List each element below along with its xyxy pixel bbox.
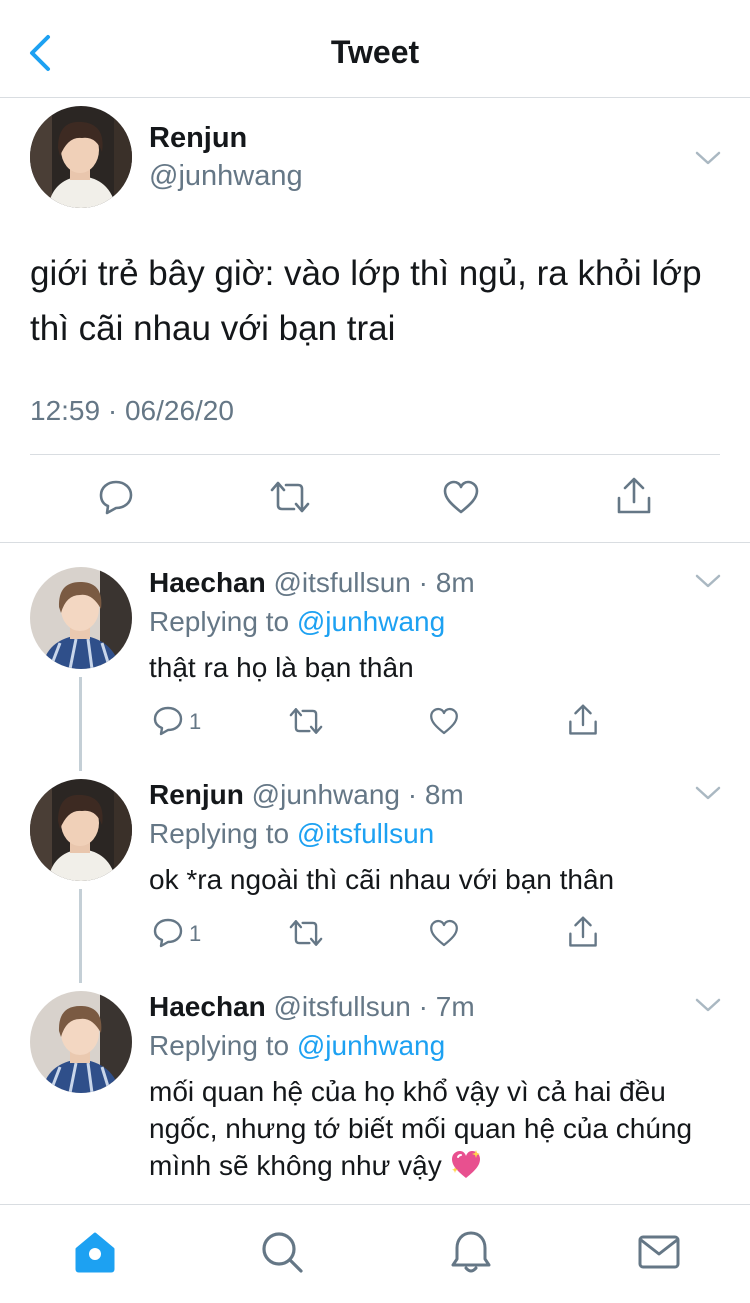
messages-icon[interactable] — [636, 1229, 682, 1275]
reply-2[interactable]: Renjun @junhwang · 8m Replying to @itsfu… — [0, 755, 750, 983]
reply-text: mối quan hệ của họ khổ vậy vì cả hai đều… — [149, 1073, 719, 1184]
replying-to-link[interactable]: @junhwang — [297, 606, 445, 637]
avatar-renjun[interactable] — [30, 779, 132, 881]
reply-meta: @itsfullsun · 7m — [273, 991, 475, 1022]
retweet-icon[interactable] — [287, 705, 325, 737]
sparkling-heart-icon — [452, 1150, 481, 1178]
reply-1[interactable]: Haechan @itsfullsun · 8m Replying to @ju… — [0, 543, 750, 771]
like-icon[interactable] — [428, 917, 460, 949]
reply-text: ok *ra ngoài thì cãi nhau với bạn thân — [149, 864, 615, 895]
tweet-text: giới trẻ bây giờ: vào lớp thì ngủ, ra kh… — [30, 254, 702, 348]
chevron-down-icon[interactable] — [695, 573, 721, 589]
replying-to: Replying to @itsfullsun — [149, 818, 434, 850]
reply-count: 1 — [189, 709, 202, 734]
replying-to-prefix: Replying to — [149, 1030, 297, 1061]
author-name[interactable]: Renjun — [149, 122, 247, 155]
reply-icon[interactable] — [152, 917, 184, 949]
reply-author-name[interactable]: Haechan — [149, 567, 266, 598]
share-icon[interactable] — [567, 915, 599, 949]
tweet-timestamp: 12:59 · 06/26/20 — [30, 395, 234, 426]
notifications-icon[interactable] — [448, 1229, 494, 1275]
share-icon[interactable] — [615, 476, 653, 516]
replying-to-link[interactable]: @junhwang — [297, 1030, 445, 1061]
replying-to: Replying to @junhwang — [149, 606, 445, 638]
reply-author-name[interactable]: Haechan — [149, 991, 266, 1022]
home-icon[interactable] — [72, 1229, 118, 1275]
reply-text-body: mối quan hệ của họ khổ vậy vì cả hai đều… — [149, 1076, 693, 1181]
reply-icon[interactable] — [152, 705, 184, 737]
reply-meta: @itsfullsun · 8m — [273, 567, 475, 598]
reply-author-name[interactable]: Renjun — [149, 779, 244, 810]
share-icon[interactable] — [567, 703, 599, 737]
reply-3[interactable]: Haechan @itsfullsun · 7m Replying to @ju… — [0, 967, 750, 1204]
divider — [30, 454, 720, 455]
reply-header: Renjun @junhwang · 8m — [149, 779, 464, 811]
replying-to-prefix: Replying to — [149, 818, 297, 849]
reply-icon[interactable] — [97, 478, 135, 516]
replying-to-link[interactable]: @itsfullsun — [297, 818, 434, 849]
search-icon[interactable] — [259, 1229, 305, 1275]
top-bar: Tweet — [0, 0, 750, 98]
page-title: Tweet — [330, 34, 420, 70]
chevron-down-icon[interactable] — [695, 150, 721, 166]
chevron-down-icon[interactable] — [695, 785, 721, 801]
like-icon[interactable] — [441, 478, 481, 516]
main-tweet: Renjun @junhwang giới trẻ bây giờ: vào l… — [0, 98, 750, 543]
retweet-icon[interactable] — [287, 917, 325, 949]
reply-text: thật ra họ là bạn thân — [149, 652, 414, 683]
reply-header: Haechan @itsfullsun · 7m — [149, 991, 475, 1023]
retweet-icon[interactable] — [268, 478, 312, 516]
reply-count: 1 — [189, 921, 202, 946]
like-icon[interactable] — [428, 705, 460, 737]
reply-meta: @junhwang · 8m — [251, 779, 464, 810]
author-handle[interactable]: @junhwang — [149, 160, 303, 193]
avatar-haechan[interactable] — [30, 991, 132, 1093]
replying-to-prefix: Replying to — [149, 606, 297, 637]
chevron-down-icon[interactable] — [695, 997, 721, 1013]
avatar-renjun[interactable] — [30, 106, 132, 208]
replying-to: Replying to @junhwang — [149, 1030, 445, 1062]
reply-header: Haechan @itsfullsun · 8m — [149, 567, 475, 599]
avatar-haechan[interactable] — [30, 567, 132, 669]
tab-bar — [0, 1204, 750, 1303]
